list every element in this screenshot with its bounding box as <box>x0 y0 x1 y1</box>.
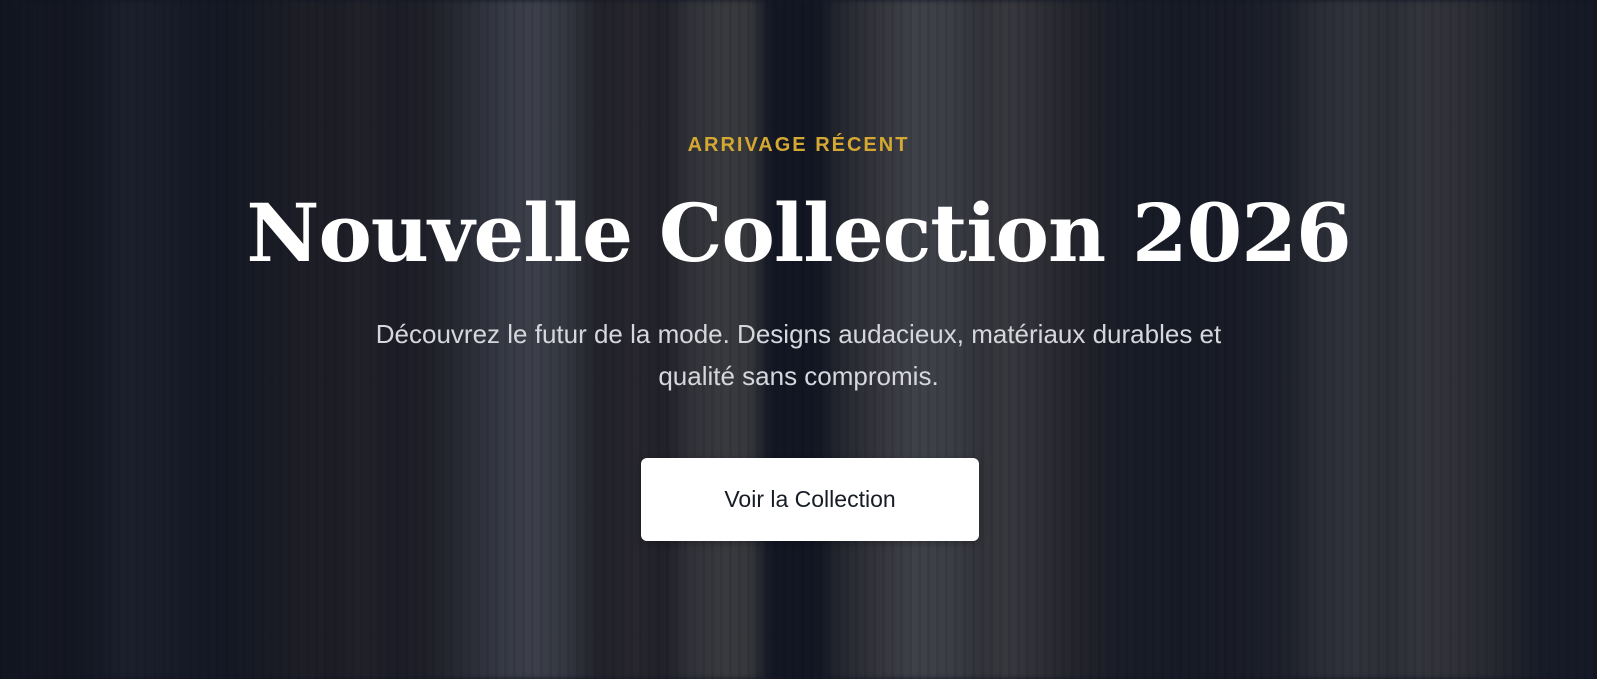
hero-subtitle: Découvrez le futur de la mode. Designs a… <box>375 319 1222 391</box>
view-collection-button[interactable]: Voir la Collection <box>641 458 979 541</box>
hero-eyebrow: ARRIVAGE RÉCENT <box>687 134 910 156</box>
hero-section: ARRIVAGE RÉCENT Nouvelle Collection 2026… <box>0 0 1597 679</box>
hero-title: Nouvelle Collection 2026 <box>246 186 1351 280</box>
hero-content: ARRIVAGE RÉCENT Nouvelle Collection 2026… <box>0 0 1597 679</box>
